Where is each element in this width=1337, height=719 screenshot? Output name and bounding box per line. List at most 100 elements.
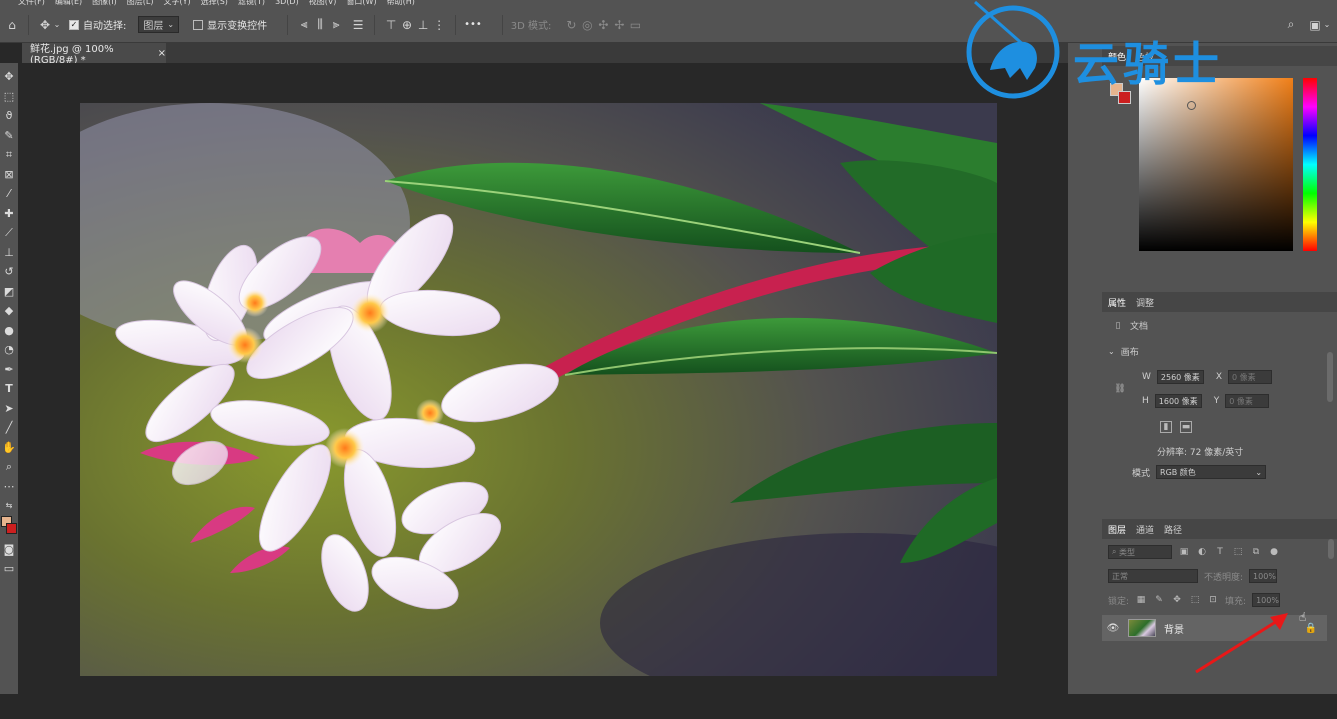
home-icon[interactable]: ⌂ [4,17,20,33]
3d-orbit-icon[interactable]: ↻ [563,17,579,33]
portrait-icon[interactable]: ▮ [1160,421,1172,433]
menu-3d[interactable]: 3D(D) [275,0,299,7]
background-color-swatch[interactable] [6,522,17,534]
color-swatches[interactable] [1,515,17,540]
eye-icon[interactable]: 👁 [1102,623,1124,634]
tab-paths[interactable]: 路径 [1164,523,1182,536]
dodge-tool-icon[interactable]: ◔ [1,340,17,360]
chevron-down-icon[interactable]: ⌄ [1108,347,1115,356]
layer-thumbnail [1128,619,1156,637]
crop-tool-icon[interactable]: ⌗ [1,145,17,165]
distribute-icon[interactable]: ☰ [350,17,366,33]
menu-window[interactable]: 窗口(W) [346,0,376,7]
lasso-tool-icon[interactable]: ϑ [1,106,17,126]
chevron-down-icon[interactable]: ⌄ [1323,17,1331,33]
marquee-tool-icon[interactable]: ⬚ [1,87,17,107]
properties-scrollbar[interactable] [1327,352,1333,402]
filter-type-icon[interactable]: T [1214,546,1226,558]
align-right-icon[interactable]: ⫸ [328,17,344,33]
document-tab-bar [22,43,1072,63]
tab-layers[interactable]: 图层 [1108,523,1126,536]
link-icon[interactable]: ⛓ [1114,383,1126,395]
layers-scrollbar[interactable] [1328,539,1334,559]
type-tool-icon[interactable]: T [1,379,17,399]
lock-position-icon[interactable]: ✥ [1171,594,1183,606]
align-middle-icon[interactable]: ⊕ [399,17,415,33]
height-input[interactable]: 1600 像素 [1154,394,1202,408]
tab-adjustments[interactable]: 调整 [1136,296,1154,309]
3d-camera-icon[interactable]: ▭ [627,17,643,33]
distribute-vertical-icon[interactable]: ⋮ [431,17,447,33]
quick-mask-icon[interactable]: ◙ [1,540,17,560]
lock-transparent-icon[interactable]: ▦ [1135,594,1147,606]
brush-tool-icon[interactable]: ⟋ [1,223,17,243]
align-top-icon[interactable]: ⊤ [383,17,399,33]
filter-adjust-icon[interactable]: ◐ [1196,546,1208,558]
mode-dropdown[interactable]: RGB 颜色 ⌄ [1156,465,1267,479]
line-tool-icon[interactable]: ╱ [1,418,17,438]
auto-select-dropdown[interactable]: 图层 ⌄ [138,16,180,33]
search-icon: ⌕ [1112,547,1117,556]
document-tab[interactable]: 鲜花.jpg @ 100%(RGB/8#) * × [22,43,166,66]
move-tool-icon[interactable]: ✥ [37,17,53,33]
annotation-arrow [1195,613,1288,674]
filter-toggle-icon[interactable]: ● [1268,546,1280,558]
zoom-tool-icon[interactable]: ⌕ [1,457,17,477]
menu-filter[interactable]: 滤镜(T) [238,0,265,7]
width-label: W [1142,372,1151,382]
opacity-input[interactable]: 100% [1249,569,1278,583]
3d-pan-icon[interactable]: ✣ [595,17,611,33]
align-center-icon[interactable]: ⫼ [312,17,328,33]
path-select-tool-icon[interactable]: ➤ [1,399,17,419]
auto-select-checkbox[interactable]: ✓ [69,19,79,30]
tab-properties[interactable]: 属性 [1108,296,1126,309]
menu-edit[interactable]: 编辑(E) [55,0,82,7]
screen-mode-icon[interactable]: ▭ [1,559,17,579]
menu-help[interactable]: 帮助(H) [387,0,415,7]
width-input[interactable]: 2560 像素 [1156,370,1204,384]
close-icon[interactable]: × [158,48,166,59]
transform-controls-checkbox[interactable] [193,19,204,30]
chevron-down-icon: ⌄ [167,20,175,29]
align-left-icon[interactable]: ⫷ [296,17,312,33]
menu-layer[interactable]: 图层(L) [127,0,154,7]
history-brush-tool-icon[interactable]: ↺ [1,262,17,282]
quick-select-tool-icon[interactable]: ✎ [1,126,17,146]
knight-icon [966,0,1060,99]
flower-photo[interactable] [80,103,997,676]
layer-name[interactable]: 背景 [1164,621,1184,636]
menu-file[interactable]: 文件(F) [18,0,45,7]
chevron-down-icon[interactable]: ⌄ [53,17,61,33]
layer-filter-dropdown[interactable]: ⌕ 类型 [1108,545,1172,559]
stamp-tool-icon[interactable]: ⊥ [1,243,17,263]
landscape-icon[interactable]: ▬ [1180,421,1192,433]
eraser-tool-icon[interactable]: ◩ [1,282,17,302]
lock-icon[interactable]: 🔒 [1305,623,1317,634]
swap-colors-icon[interactable]: ⇆ [1,496,17,516]
filter-pixel-icon[interactable]: ▣ [1178,546,1190,558]
more-options-button[interactable]: ••• [464,19,482,30]
lock-pixels-icon[interactable]: ✎ [1153,594,1165,606]
tab-channels[interactable]: 通道 [1136,523,1154,536]
filter-smart-icon[interactable]: ⧉ [1250,546,1262,558]
healing-brush-tool-icon[interactable]: ✚ [1,204,17,224]
eyedropper-tool-icon[interactable]: ⁄ [1,184,17,204]
3d-roll-icon[interactable]: ◎ [579,17,595,33]
y-input[interactable]: 0 像素 [1225,394,1270,408]
filter-shape-icon[interactable]: ⬚ [1232,546,1244,558]
blur-tool-icon[interactable]: ● [1,321,17,341]
menu-image[interactable]: 图像(I) [92,0,117,7]
align-bottom-icon[interactable]: ⊥ [415,17,431,33]
menu-view[interactable]: 视图(V) [309,0,337,7]
paint-bucket-tool-icon[interactable]: ◆ [1,301,17,321]
move-tool-icon[interactable]: ✥ [1,67,17,87]
blend-mode-dropdown[interactable]: 正常 [1108,569,1198,583]
3d-slide-icon[interactable]: ✢ [611,17,627,33]
menu-select[interactable]: 选择(S) [201,0,228,7]
frame-tool-icon[interactable]: ⊠ [1,165,17,185]
edit-toolbar-icon[interactable]: ⋯ [1,477,17,497]
hand-tool-icon[interactable]: ✋ [1,438,17,458]
x-input[interactable]: 0 像素 [1227,370,1272,384]
pen-tool-icon[interactable]: ✒ [1,360,17,380]
menu-type[interactable]: 文字(Y) [163,0,190,7]
